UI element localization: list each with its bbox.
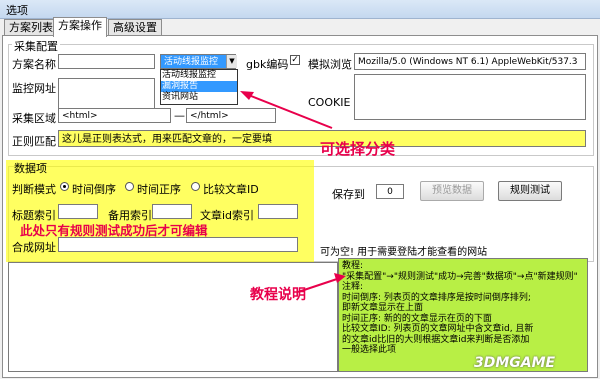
arrow-to-dropdown [245,93,333,129]
arrow-head-icon [334,273,346,283]
annotation-arrows [240,91,346,293]
arrow-to-tutorial [297,277,341,293]
